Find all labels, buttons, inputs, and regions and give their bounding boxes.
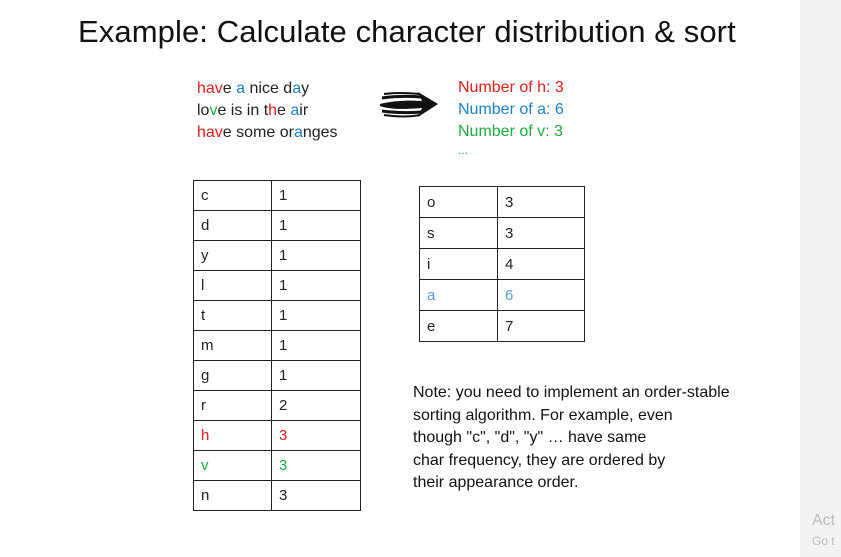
char-cell: n: [193, 480, 272, 511]
source-line-1: have a nice day: [197, 78, 338, 100]
table-row: t1: [193, 300, 361, 331]
table-row: s3: [419, 217, 585, 249]
count-cell: 3: [271, 450, 361, 481]
count-ellipsis: ...: [458, 143, 469, 157]
table-row: o3: [419, 186, 585, 218]
source-text-block: have a nice day love is in the air have so…: [197, 78, 338, 144]
count-cell: 6: [497, 279, 585, 311]
table-row: g1: [193, 360, 361, 391]
table-row: h3: [193, 420, 361, 451]
char-cell: v: [193, 450, 272, 481]
char-cell: s: [419, 217, 498, 249]
note-line: char frequency, they are ordered by: [413, 451, 666, 469]
note-line: their appearance order.: [413, 474, 579, 491]
source-segment: y: [301, 80, 310, 97]
source-segment: a: [292, 80, 302, 97]
note-line: Note: you need to implement an order-sta…: [413, 384, 730, 401]
table-row: n3: [193, 480, 361, 511]
count-cell: 1: [271, 330, 361, 361]
count-line-h: Number of h: 3: [458, 79, 564, 96]
table-row: l1: [193, 270, 361, 301]
count-cell: 1: [271, 360, 361, 391]
char-cell: c: [193, 180, 272, 211]
source-segment: a: [293, 124, 303, 141]
right-arrow-icon: [380, 91, 438, 118]
count-cell: 3: [271, 480, 361, 511]
table-row: e7: [419, 310, 585, 342]
activation-watermark: Act Go t: [812, 512, 835, 548]
char-cell: m: [193, 330, 272, 361]
slide-title: Example: Calculate character distributio…: [78, 14, 736, 49]
char-cell: o: [419, 186, 498, 218]
source-segment: ir: [299, 102, 309, 119]
source-segment: nges: [302, 124, 338, 141]
count-cell: 1: [271, 300, 361, 331]
table-row: r2: [193, 390, 361, 421]
count-line-a: Number of a: 6: [458, 101, 564, 118]
source-segment: e: [277, 102, 291, 119]
slide: Example: Calculate character distributio…: [0, 0, 800, 557]
source-segment: e some or: [222, 124, 294, 141]
count-cell: 7: [497, 310, 585, 342]
watermark-line-1: Act: [812, 512, 836, 529]
source-line-3: have some oranges: [197, 122, 338, 144]
count-cell: 1: [271, 270, 361, 301]
table-row: y1: [193, 240, 361, 271]
count-cell: 3: [497, 217, 585, 249]
char-cell: a: [419, 279, 498, 311]
char-cell: r: [193, 390, 272, 421]
char-cell: y: [193, 240, 272, 271]
count-cell: 3: [497, 186, 585, 218]
count-line-v: Number of v: 3: [458, 123, 563, 140]
source-segment: h: [268, 102, 278, 119]
source-segment: a: [236, 80, 246, 97]
watermark-line-2: Go t: [812, 534, 835, 548]
source-segment: hav: [197, 80, 223, 97]
char-cell: g: [193, 360, 272, 391]
char-cell: t: [193, 300, 272, 331]
char-cell: d: [193, 210, 272, 241]
source-segment: nice d: [245, 80, 293, 97]
table-row: v3: [193, 450, 361, 481]
source-segment: e is in t: [217, 102, 269, 119]
counts-block: Number of h: 3 Number of a: 6 Number of …: [458, 77, 564, 157]
table-row: c1: [193, 180, 361, 211]
count-cell: 1: [271, 180, 361, 211]
char-cell: h: [193, 420, 272, 451]
right-sorted-table: o3s3i4a6e7: [419, 186, 585, 342]
char-cell: i: [419, 248, 498, 280]
table-row: a6: [419, 279, 585, 311]
count-cell: 1: [271, 210, 361, 241]
count-cell: 1: [271, 240, 361, 271]
note-line: sorting algorithm. For example, even: [413, 406, 673, 424]
char-cell: e: [419, 310, 498, 342]
count-cell: 4: [497, 248, 585, 280]
table-row: d1: [193, 210, 361, 241]
note-line: though "c", "d", "y" … have same: [413, 429, 647, 446]
source-segment: hav: [197, 124, 223, 141]
count-cell: 2: [271, 390, 361, 421]
source-line-2: love is in the air: [197, 100, 338, 122]
source-segment: a: [290, 102, 300, 119]
left-frequency-table: c1d1y1l1t1m1g1r2h3v3n3: [193, 180, 361, 511]
table-row: m1: [193, 330, 361, 361]
count-cell: 3: [271, 420, 361, 451]
source-segment: e: [222, 80, 237, 97]
note-text: Note: you need to implement an order-sta…: [413, 382, 793, 495]
table-row: i4: [419, 248, 585, 280]
source-segment: lo: [197, 102, 210, 119]
char-cell: l: [193, 270, 272, 301]
